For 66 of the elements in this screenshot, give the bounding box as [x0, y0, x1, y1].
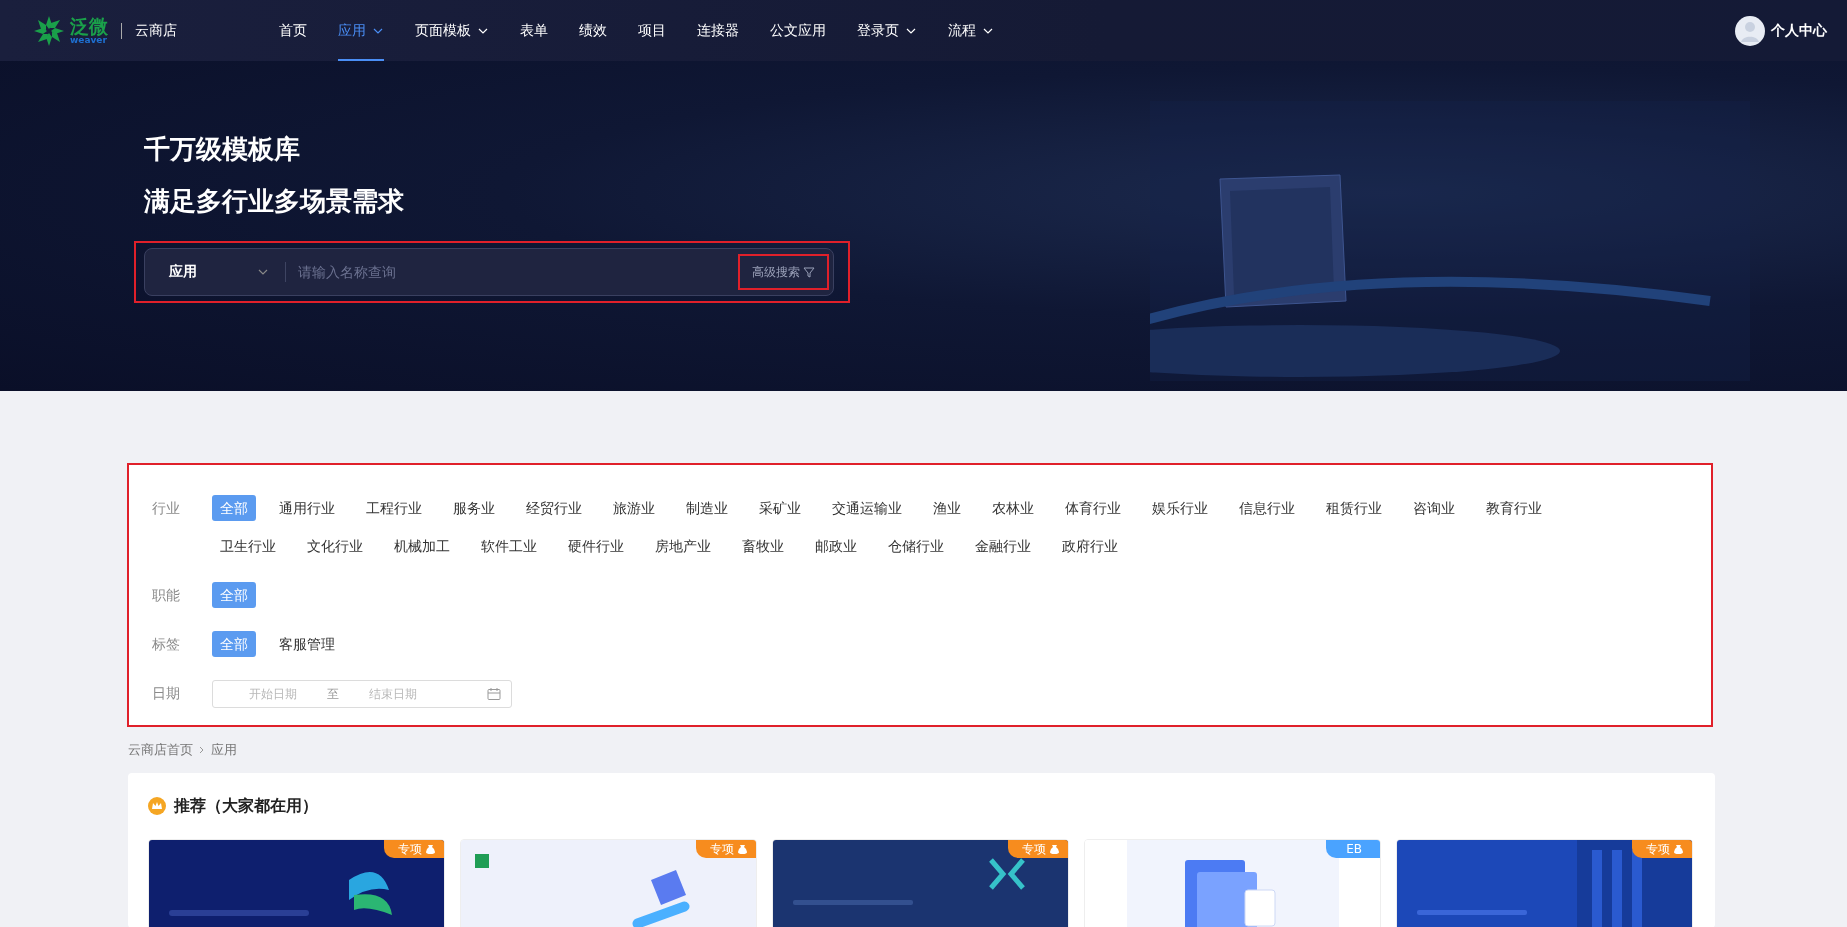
filter-option[interactable]: 金融行业 [967, 533, 1039, 559]
calendar-icon [487, 687, 501, 701]
nav-item[interactable]: 流程 [948, 0, 994, 61]
search-type-select[interactable]: 应用 [145, 248, 285, 296]
filter-label: 日期 [152, 684, 181, 703]
nav-item[interactable]: 页面模板 [415, 0, 489, 61]
filter-option[interactable]: 仓储行业 [880, 533, 952, 559]
filter-option[interactable]: 农林业 [984, 495, 1042, 521]
breadcrumb-item[interactable]: 云商店首页 [128, 741, 193, 759]
nav-item[interactable]: 连接器 [697, 0, 739, 61]
filter-option[interactable]: 信息行业 [1231, 495, 1303, 521]
money-bag-icon [1673, 843, 1684, 855]
filter-option[interactable]: 教育行业 [1478, 495, 1550, 521]
filter-option[interactable]: 旅游业 [605, 495, 663, 521]
hero-headline: 千万级模板库 [144, 133, 301, 166]
breadcrumb-item: 应用 [211, 741, 237, 759]
filter-label: 行业 [152, 499, 181, 518]
filter-option[interactable]: 制造业 [678, 495, 736, 521]
filter-option[interactable]: 娱乐行业 [1144, 495, 1216, 521]
crown-icon [148, 797, 166, 815]
avatar-icon[interactable] [1735, 15, 1765, 46]
nav-item[interactable]: 公文应用 [770, 0, 826, 61]
filter-option[interactable]: 工程行业 [358, 495, 430, 521]
user-center-link[interactable]: 个人中心 [1771, 21, 1827, 40]
card-badge: 专项 [1632, 840, 1692, 858]
nav-item[interactable]: 登录页 [857, 0, 917, 61]
filter-option[interactable]: 服务业 [445, 495, 503, 521]
nav-item[interactable]: 表单 [520, 0, 548, 61]
nav-item[interactable]: 绩效 [579, 0, 607, 61]
logo-subtext: weaver [70, 35, 107, 45]
filter-option[interactable]: 交通运输业 [824, 495, 910, 521]
filter-label: 标签 [152, 635, 181, 654]
filter-option[interactable]: 软件工业 [473, 533, 545, 559]
filter-option[interactable]: 政府行业 [1054, 533, 1126, 559]
filter-option[interactable]: 客服管理 [271, 631, 343, 657]
filter-option[interactable]: 房地产业 [647, 533, 719, 559]
filter-option[interactable]: 文化行业 [299, 533, 371, 559]
filter-option[interactable]: 畜牧业 [734, 533, 792, 559]
money-bag-icon [1049, 843, 1060, 855]
logo-text: 泛微 [70, 16, 108, 36]
store-name[interactable]: 云商店 [135, 21, 177, 40]
nav-item[interactable]: 首页 [279, 0, 307, 61]
card-badge: EB [1326, 840, 1380, 858]
filter-option[interactable]: 硬件行业 [560, 533, 632, 559]
filter-option[interactable]: 通用行业 [271, 495, 343, 521]
filter-option[interactable]: 经贸行业 [518, 495, 590, 521]
money-bag-icon [425, 843, 436, 855]
filter-icon [803, 266, 815, 278]
card-badge: 专项 [696, 840, 756, 858]
filter-option[interactable]: 机械加工 [386, 533, 458, 559]
section-title: 推荐（大家都在用） [174, 795, 318, 817]
money-bag-icon [737, 843, 748, 855]
filter-option[interactable]: 体育行业 [1057, 495, 1129, 521]
hero-headline: 满足多行业多场景需求 [144, 185, 405, 218]
filter-option[interactable]: 租赁行业 [1318, 495, 1390, 521]
filter-label: 职能 [152, 586, 181, 605]
filter-option[interactable]: 咨询业 [1405, 495, 1463, 521]
filter-option[interactable]: 邮政业 [807, 533, 865, 559]
filter-option[interactable]: 卫生行业 [212, 533, 284, 559]
filter-option[interactable]: 采矿业 [751, 495, 809, 521]
advanced-search-button[interactable]: 高级搜索 [738, 254, 829, 290]
nav-item[interactable]: 项目 [638, 0, 666, 61]
filter-option[interactable]: 渔业 [925, 495, 969, 521]
card-badge: 专项 [1008, 840, 1068, 858]
search-field[interactable]: 应用 请输入名称查询 高级搜索 [144, 248, 834, 296]
card-badge: 专项 [384, 840, 444, 858]
